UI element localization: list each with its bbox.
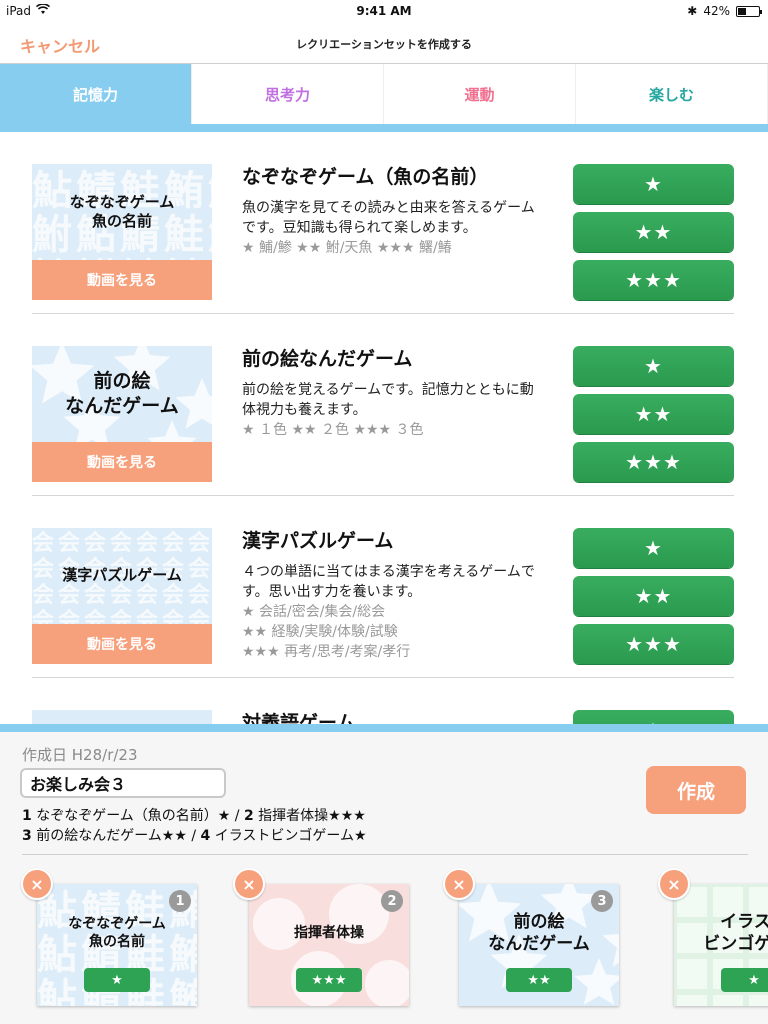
set-panel: 作成日 H28/r/23 作成 1 なぞなぞゲーム（魚の名前）★ / 2 指揮者… xyxy=(0,732,768,1024)
game-level-examples: ★ 鯆/鯵 ★★ 鮒/天魚 ★★★ 鱰/鰆 xyxy=(242,239,452,256)
summary-number: 2 xyxy=(243,808,254,824)
game-thumbnail[interactable]: 前の絵 なんだゲーム動画を見る xyxy=(32,346,212,482)
game-info: 対義語ゲーム xyxy=(242,708,542,724)
remove-card-button[interactable]: × xyxy=(658,868,690,900)
game-row: 前の絵 なんだゲーム 動画を見る 前の絵なんだゲーム 前の絵を覚えるゲームです。記憶力… xyxy=(0,314,768,496)
card-order-number: 1 xyxy=(169,890,191,912)
add-level-1-button[interactable]: ★ xyxy=(573,164,734,204)
summary-number: 1 xyxy=(22,808,32,824)
summary-text: 指揮者体操★★★ xyxy=(253,808,366,824)
status-time: 9:41 AM xyxy=(356,4,412,18)
nav-bar: キャンセル レクリエーションセットを作成する xyxy=(0,22,768,64)
add-level-3-button[interactable]: ★★★ xyxy=(573,442,734,482)
svg-text:鮪: 鮪 xyxy=(169,976,197,1006)
game-row: 対義語ゲーム ★ xyxy=(0,678,768,724)
game-level-examples: ★ １色 ★★ ２色 ★★★ ３色 xyxy=(242,421,424,438)
tab-2[interactable]: 運動 xyxy=(384,64,576,124)
category-tabs: 記憶力 思考力 運動 楽しむ xyxy=(0,64,768,124)
difficulty-buttons: ★ ★★ ★★★ xyxy=(573,346,734,490)
difficulty-buttons: ★ ★★ ★★★ xyxy=(573,528,734,672)
bluetooth-icon: ✱ xyxy=(687,4,698,18)
remove-card-button[interactable]: × xyxy=(21,868,53,900)
summary-divider xyxy=(22,854,748,855)
card-order-number: 3 xyxy=(591,890,613,912)
game-level-examples: ★ 会話/密会/集会/総会 xyxy=(242,603,386,620)
thumbnail-title: 前の絵 なんだゲーム xyxy=(65,370,179,417)
battery-icon xyxy=(736,5,762,17)
selected-game-card[interactable]: 鮎鯖鮭鮪鮎鯖鮭鮪鮎鯖鮭鮪なぞなぞゲーム 魚の名前★1 xyxy=(37,884,197,1006)
game-title: 漢字パズルゲーム xyxy=(242,530,394,552)
game-description: 魚の漢字を見てその読みと由来を答えるゲームです。豆知識も得られて楽しめます。 xyxy=(242,200,535,236)
thumbnail-title xyxy=(32,710,212,724)
game-description: 前の絵を覚えるゲームです。記憶力とともに動体視力も養えます。 xyxy=(242,382,534,418)
summary-line: 1 なぞなぞゲーム（魚の名前）★ / 2 指揮者体操★★★ xyxy=(22,806,367,826)
card-order-number: 2 xyxy=(381,890,403,912)
create-button[interactable]: 作成 xyxy=(646,766,746,814)
game-list[interactable]: 鮎鯖鮭鮪鯵鮒鮎鯖鮭鮪鯵鮒鮎鯖鮭なぞなぞゲーム 魚の名前動画を見るなぞなぞゲーム（… xyxy=(0,132,768,724)
game-thumbnail[interactable]: 鮎鯖鮭鮪鯵鮒鮎鯖鮭鮪鯵鮒鮎鯖鮭なぞなぞゲーム 魚の名前動画を見る xyxy=(32,164,212,300)
add-level-1-button[interactable]: ★ xyxy=(573,346,734,386)
add-level-1-button[interactable]: ★ xyxy=(573,528,734,568)
selected-games-carousel[interactable]: 鮎鯖鮭鮪鮎鯖鮭鮪鮎鯖鮭鮪なぞなぞゲーム 魚の名前★1×指揮者体操★★★2×前の絵… xyxy=(0,866,768,1024)
watch-video-button[interactable]: 動画を見る xyxy=(32,260,212,300)
tab-3[interactable]: 楽しむ xyxy=(576,64,768,124)
creation-date: 作成日 H28/r/23 xyxy=(22,746,138,764)
summary-number: 3 xyxy=(22,828,32,845)
difficulty-buttons: ★ ★★ ★★★ xyxy=(573,164,734,308)
game-thumbnail[interactable] xyxy=(32,710,212,724)
add-level-2-button[interactable]: ★★ xyxy=(573,394,734,434)
add-level-3-button[interactable]: ★★★ xyxy=(573,260,734,300)
summary-number: 4 xyxy=(200,828,211,845)
status-bar: iPad 9:41 AM ✱ 42% xyxy=(0,0,768,22)
set-panel-divider xyxy=(0,724,768,732)
selected-game-card[interactable]: イラスト ビンゴゲーム★4 xyxy=(674,884,768,1006)
status-right: ✱ 42% xyxy=(687,4,762,18)
summary-text: 前の絵なんだゲーム★★ / xyxy=(31,828,201,845)
add-level-3-button[interactable]: ★★★ xyxy=(573,624,734,664)
summary-line: 3 前の絵なんだゲーム★★ / 4 イラストビンゴゲーム★ xyxy=(22,826,367,846)
card-title: イラスト ビンゴゲーム xyxy=(703,911,768,954)
card-difficulty: ★ xyxy=(84,968,150,992)
game-title: なぞなぞゲーム（魚の名前） xyxy=(242,166,489,188)
game-description: ４つの単語に当てはまる漢字を考えるゲームです。思い出す力を養います。 xyxy=(242,564,535,600)
selected-game-card[interactable]: 前の絵 なんだゲーム ★★ 3 xyxy=(459,884,619,1006)
game-level-examples: ★★★ 再考/思考/考案/孝行 xyxy=(242,643,411,660)
game-level-examples: ★★ 経験/実験/体験/試験 xyxy=(242,623,398,640)
difficulty-buttons: ★ xyxy=(573,710,734,724)
game-title: 前の絵なんだゲーム xyxy=(242,348,413,370)
tab-0[interactable]: 記憶力 xyxy=(0,64,192,124)
set-name-input[interactable] xyxy=(20,768,226,798)
game-info: 漢字パズルゲーム ４つの単語に当てはまる漢字を考えるゲームです。思い出す力を養いま… xyxy=(242,526,542,662)
summary-text: なぞなぞゲーム（魚の名前）★ / xyxy=(31,808,244,824)
thumbnail-title: なぞなぞゲーム 魚の名前 xyxy=(69,192,175,231)
add-level-1-button[interactable]: ★ xyxy=(573,710,734,724)
add-level-2-button[interactable]: ★★ xyxy=(573,212,734,252)
tab-1[interactable]: 思考力 xyxy=(192,64,384,124)
card-difficulty: ★★ xyxy=(506,968,572,992)
remove-card-button[interactable]: × xyxy=(233,868,265,900)
watch-video-button[interactable]: 動画を見る xyxy=(32,442,212,482)
card-difficulty: ★★★ xyxy=(296,968,362,992)
svg-text:鮎: 鮎 xyxy=(37,976,77,1006)
remove-card-button[interactable]: × xyxy=(443,868,475,900)
game-info: 前の絵なんだゲーム前の絵を覚えるゲームです。記憶力とともに動体視力も養えます。 ★… xyxy=(242,344,542,441)
watch-video-button[interactable]: 動画を見る xyxy=(32,624,212,664)
set-summary: 1 なぞなぞゲーム（魚の名前）★ / 2 指揮者体操★★★ 3 前の絵なんだゲーム… xyxy=(22,806,367,847)
selected-game-card[interactable]: 指揮者体操 ★★★ 2 xyxy=(249,884,409,1006)
game-row: 会会会会会会会会会会会会会会会会会会会会会会会会会会会会漢字パズルゲーム 動画を見… xyxy=(0,496,768,678)
tabs-underline xyxy=(0,124,768,132)
game-thumbnail[interactable]: 会会会会会会会会会会会会会会会会会会会会会会会会会会会会漢字パズルゲーム 動画を見… xyxy=(32,528,212,664)
battery-percent: 42% xyxy=(703,4,730,18)
page-title: レクリエーションセットを作成する xyxy=(296,38,472,51)
card-difficulty: ★ xyxy=(721,968,768,992)
thumbnail-title: 漢字パズルゲーム xyxy=(62,566,182,585)
game-info: なぞなぞゲーム（魚の名前） 魚の漢字を見てその読みと由来を答えるゲームです。豆知識… xyxy=(242,162,542,259)
game-title: 対義語ゲーム xyxy=(242,712,356,724)
summary-text: イラストビンゴゲーム★ xyxy=(210,828,367,845)
game-row: 鮎鯖鮭鮪鯵鮒鮎鯖鮭鮪鯵鮒鮎鯖鮭なぞなぞゲーム 魚の名前動画を見るなぞなぞゲーム（… xyxy=(0,132,768,314)
add-level-2-button[interactable]: ★★ xyxy=(573,576,734,616)
